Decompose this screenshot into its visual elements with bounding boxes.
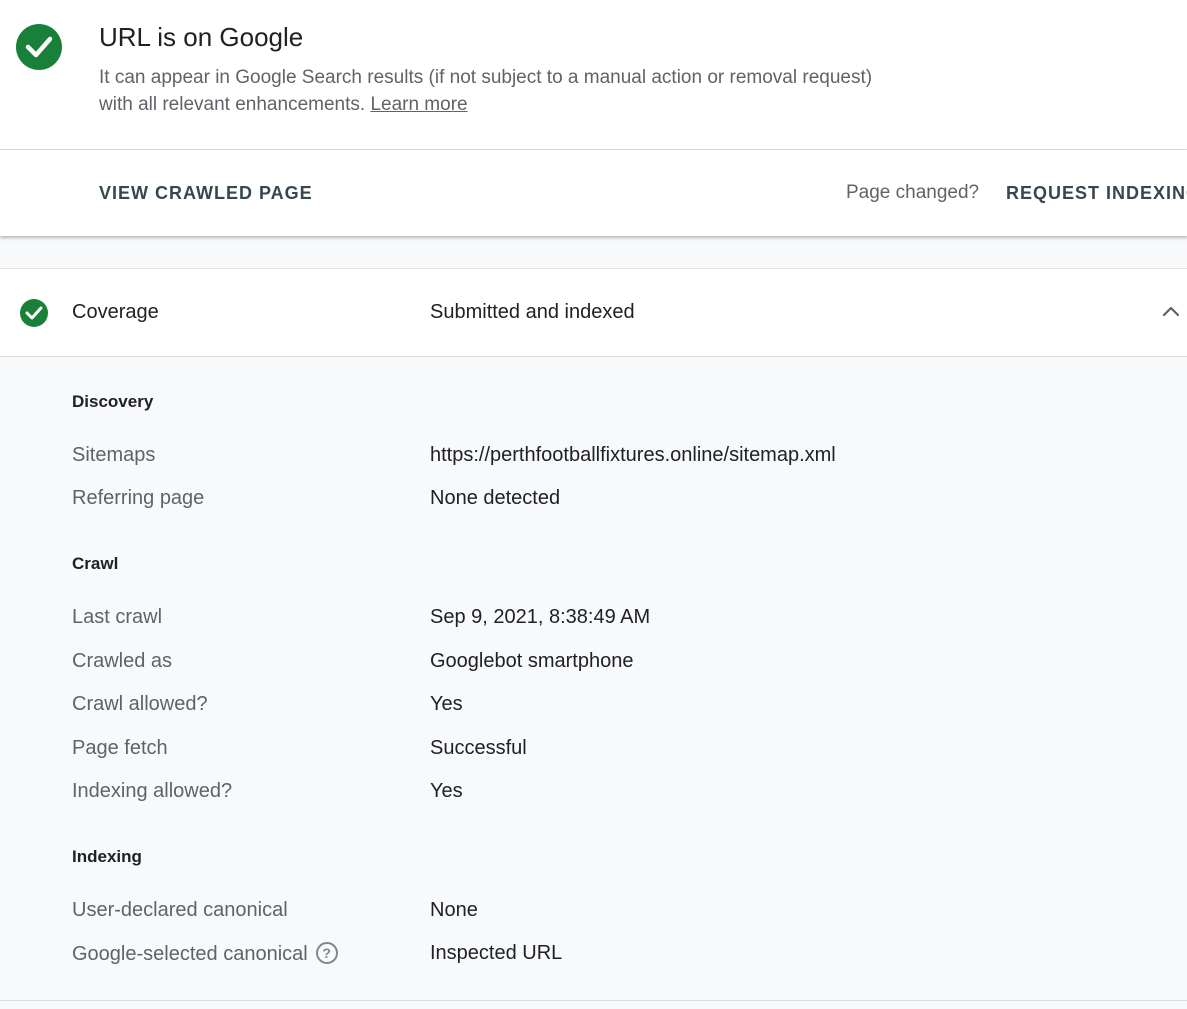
status-description-text: It can appear in Google Search results (… bbox=[99, 67, 873, 115]
action-bar: VIEW CRAWLED PAGE Page changed? REQUEST … bbox=[0, 150, 1187, 236]
page-fetch-value: Successful bbox=[430, 737, 527, 759]
sitemaps-value: https://perthfootballfixtures.online/sit… bbox=[430, 444, 836, 466]
google-selected-canonical-value: Inspected URL bbox=[430, 942, 563, 964]
chevron-up-icon[interactable] bbox=[1161, 304, 1181, 323]
sitemaps-label: Sitemaps bbox=[72, 444, 156, 466]
referring-page-label: Referring page bbox=[72, 487, 205, 509]
crawl-allowed-value: Yes bbox=[430, 693, 463, 715]
check-circle-icon bbox=[20, 299, 48, 327]
page-changed-label: Page changed? bbox=[846, 182, 980, 203]
help-circle-icon[interactable]: ? bbox=[315, 942, 338, 964]
user-declared-canonical-label: User-declared canonical bbox=[72, 899, 288, 921]
coverage-label: Coverage bbox=[72, 301, 159, 323]
indexing-allowed-label: Indexing allowed? bbox=[72, 780, 233, 802]
referring-page-value: None detected bbox=[430, 487, 561, 509]
crawled-as-label: Crawled as bbox=[72, 650, 173, 672]
learn-more-link[interactable]: Learn more bbox=[370, 94, 467, 115]
indexing-heading: Indexing bbox=[72, 847, 142, 866]
crawl-heading: Crawl bbox=[72, 554, 119, 573]
request-indexing-button[interactable]: REQUEST INDEXING bbox=[1006, 183, 1187, 204]
indexing-allowed-value: Yes bbox=[430, 780, 463, 802]
discovery-heading: Discovery bbox=[72, 392, 154, 411]
crawl-allowed-label: Crawl allowed? bbox=[72, 693, 208, 715]
last-crawl-value: Sep 9, 2021, 8:38:49 AM bbox=[430, 606, 651, 628]
coverage-details: Discovery Sitemaps https://perthfootball… bbox=[0, 357, 1187, 1000]
section-gap bbox=[0, 236, 1187, 268]
last-crawl-label: Last crawl bbox=[72, 606, 163, 628]
google-selected-canonical-label: Google-selected canonical? bbox=[72, 942, 338, 966]
view-crawled-page-button[interactable]: VIEW CRAWLED PAGE bbox=[99, 183, 313, 204]
status-description: It can appear in Google Search results (… bbox=[99, 64, 879, 118]
page-fetch-label: Page fetch bbox=[72, 737, 168, 759]
coverage-value: Submitted and indexed bbox=[430, 301, 635, 323]
status-title: URL is on Google bbox=[99, 22, 304, 52]
status-header: URL is on Google It can appear in Google… bbox=[0, 0, 1187, 150]
user-declared-canonical-value: None bbox=[430, 899, 478, 921]
coverage-row[interactable]: Coverage Submitted and indexed bbox=[0, 269, 1187, 356]
bottom-strip bbox=[0, 1001, 1187, 1009]
crawled-as-value: Googlebot smartphone bbox=[430, 650, 634, 672]
check-circle-icon bbox=[16, 24, 62, 70]
google-selected-canonical-text: Google-selected canonical bbox=[72, 943, 308, 965]
